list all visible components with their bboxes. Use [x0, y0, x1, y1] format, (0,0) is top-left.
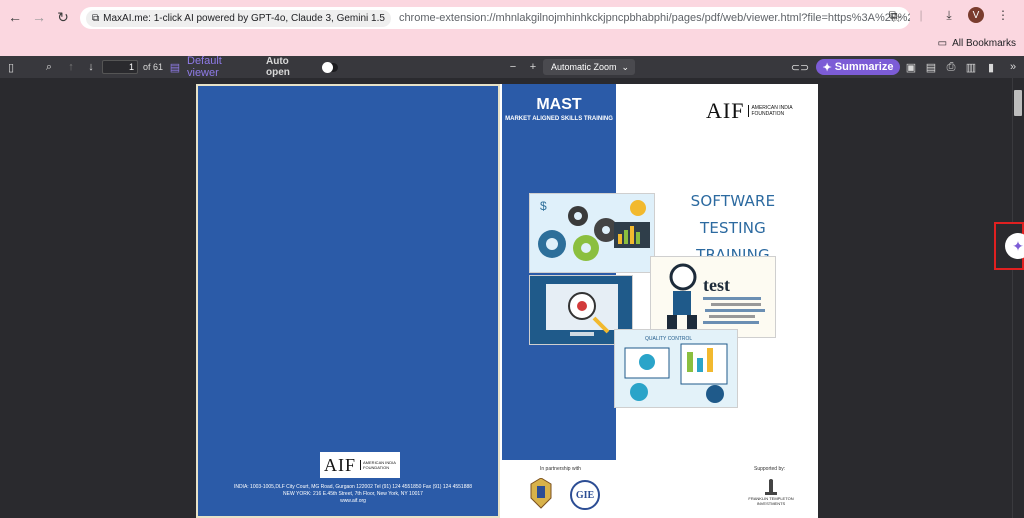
franklin-templeton-emblem: [765, 479, 777, 495]
test-wordcloud-illustration: test: [650, 256, 776, 338]
supported-by-label: Supported by:: [754, 466, 786, 472]
page-number-input[interactable]: [102, 60, 138, 74]
aif-logo-back: AIF AMERICAN INDIA FOUNDATION: [320, 452, 400, 478]
pdf-file-icon: ▤: [169, 61, 181, 74]
aif-logo-mark: AIF: [324, 454, 357, 475]
franklin-templeton-logo: FRANKLIN TEMPLETON INVESTMENTS: [736, 478, 806, 506]
ai-sparkle-icon: ✦: [1012, 237, 1024, 254]
back-arrow-icon[interactable]: ←: [4, 6, 26, 28]
franklin-templeton-text: FRANKLIN TEMPLETON INVESTMENTS: [748, 496, 794, 506]
save-icon[interactable]: ▥: [964, 56, 978, 78]
pdf-page: AIF AMERICAN INDIA FOUNDATION INDIA: 100…: [196, 84, 818, 518]
zoom-select-value: Automatic Zoom: [551, 62, 617, 72]
all-bookmarks-button[interactable]: ▭ All Bookmarks: [938, 38, 1016, 49]
summarize-button[interactable]: ✦ Summarize: [815, 59, 901, 75]
mast-subtitle: MARKET ALIGNED SKILLS TRAINING: [505, 116, 613, 122]
partnership-label: In partnership with: [540, 466, 581, 472]
gears-graphic: $: [530, 194, 654, 272]
print-icon[interactable]: ⎙: [944, 56, 958, 78]
browser-actions: ⧉ | ⤓ V ⋮: [884, 6, 1024, 24]
partner-emblem-logo: [530, 478, 552, 509]
auto-open-toggle[interactable]: [322, 56, 340, 78]
all-bookmarks-label: All Bookmarks: [952, 38, 1016, 49]
extensions-icon[interactable]: ⧉: [884, 6, 902, 24]
svg-text:$: $: [540, 199, 547, 213]
forward-arrow-icon[interactable]: →: [28, 6, 50, 28]
quality-control-illustration: QUALITY CONTROL: [614, 329, 738, 408]
previous-page-icon[interactable]: ↑: [64, 56, 78, 78]
download-icon[interactable]: ⤓: [940, 6, 958, 24]
address-newyork: NEW YORK: 216 E.45th Street, 7th Floor, …: [283, 491, 423, 497]
separator-icon: |: [919, 8, 923, 22]
mast-title: MAST: [536, 96, 582, 113]
aif-logo-text: AMERICAN INDIA FOUNDATION: [360, 460, 400, 470]
test-word: test: [703, 275, 730, 295]
gie-logo: GIE: [570, 480, 600, 510]
sparkle-icon: ✦: [822, 61, 832, 74]
pdf-toolbar: ▯ ⌕ ↑ ↓ of 61 ▤ Default viewer Auto open…: [0, 55, 1024, 79]
zoom-select[interactable]: Automatic Zoom ⌄: [543, 59, 635, 75]
default-viewer-link[interactable]: Default viewer: [187, 55, 253, 79]
page-total: of 61: [142, 62, 164, 72]
gears-illustration: $: [529, 193, 655, 273]
module-title-line1: SOFTWARE TESTING: [690, 192, 776, 237]
open-file-icon[interactable]: ▤: [924, 56, 938, 78]
scroll-thumb[interactable]: [1014, 90, 1022, 116]
site-chip[interactable]: ⧉ MaxAI.me: 1-click AI powered by GPT-4o…: [86, 9, 391, 27]
auto-open-label: Auto open: [266, 56, 290, 78]
summarize-label: Summarize: [834, 61, 894, 73]
aif-logo-text-front: AMERICAN INDIA FOUNDATION: [748, 105, 818, 117]
quality-control-graphic: QUALITY CONTROL: [615, 330, 737, 407]
search-icon[interactable]: ⌕: [42, 56, 56, 78]
ai-sparkle-button[interactable]: ✦: [1005, 233, 1024, 259]
zoom-out-icon[interactable]: −: [507, 56, 519, 78]
aif-logo-mark-front: AIF: [706, 98, 745, 123]
browser-toolbar: ← → ↻ ⧉ MaxAI.me: 1-click AI powered by …: [0, 0, 1024, 35]
menu-kebab-icon[interactable]: ⋮: [994, 6, 1012, 24]
address-bar[interactable]: ⧉ MaxAI.me: 1-click AI powered by GPT-4o…: [80, 7, 910, 29]
url-text: chrome-extension://mhnlakgilnojmhinhkckj…: [398, 12, 910, 24]
link-icon[interactable]: ⊂⊃: [791, 56, 809, 78]
tab-title: MaxAI.me: 1-click AI powered by GPT-4o, …: [103, 12, 385, 24]
tools-chevron-icon[interactable]: »: [1006, 56, 1020, 78]
back-cover: AIF AMERICAN INDIA FOUNDATION INDIA: 100…: [196, 84, 500, 518]
extension-puzzle-icon: ⧉: [92, 12, 100, 24]
address-block: INDIA: 1003-1005,DLF City Court, MG Road…: [218, 484, 488, 505]
bookmarks-bar: ▭ All Bookmarks: [0, 35, 1024, 56]
profile-avatar[interactable]: V: [968, 7, 984, 23]
chevron-down-icon: ⌄: [621, 61, 629, 72]
website: www.aif.org: [340, 498, 366, 504]
bookmark-icon[interactable]: ▮: [984, 56, 998, 78]
presentation-icon[interactable]: ▣: [904, 56, 918, 78]
scrollbar[interactable]: [1012, 78, 1024, 518]
test-wordcloud-graphic: test: [651, 257, 775, 337]
folder-icon: ▭: [937, 38, 948, 49]
sidebar-toggle-icon[interactable]: ▯: [4, 56, 18, 78]
quality-control-label: QUALITY CONTROL: [645, 336, 692, 342]
next-page-icon[interactable]: ↓: [84, 56, 98, 78]
address-india: INDIA: 1003-1005,DLF City Court, MG Road…: [233, 484, 473, 490]
reload-icon[interactable]: ↻: [52, 6, 74, 28]
zoom-in-icon[interactable]: +: [527, 56, 539, 78]
aif-logo-front: AIF AMERICAN INDIA FOUNDATION: [706, 98, 818, 124]
